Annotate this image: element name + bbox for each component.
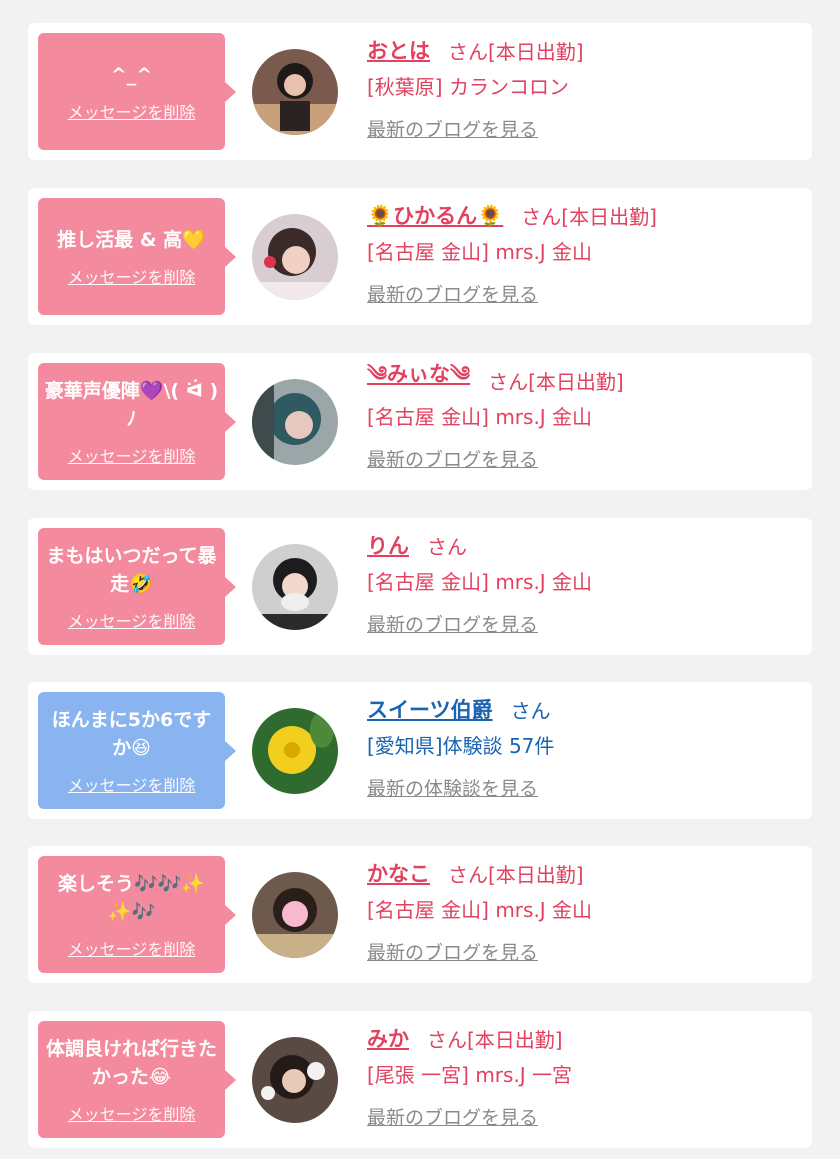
- profile-suffix: さん[本日出勤]: [427, 1027, 563, 1052]
- message-card: 楽しそう🎶🎶✨✨🎶 メッセージを削除 かなこ さん[本日出勤] [名古屋 金山]…: [28, 846, 812, 983]
- message-text: ほんまに5か6ですか😆: [51, 708, 212, 759]
- avatar[interactable]: [252, 544, 338, 630]
- message-text: 体調良ければ行きたかった😂: [45, 1037, 217, 1088]
- latest-blog-link[interactable]: 最新のブログを見る: [367, 938, 538, 965]
- latest-review-link[interactable]: 最新の体験談を見る: [367, 774, 538, 801]
- delete-message-link[interactable]: メッセージを削除: [68, 99, 196, 123]
- message-card: 体調良ければ行きたかった😂 メッセージを削除 みか さん[本日出勤] [尾張 一…: [28, 1011, 812, 1148]
- profile-name-link[interactable]: 🌻ひかるん🌻: [367, 200, 503, 230]
- message-bubble: まもはいつだって暴走🤣 メッセージを削除: [38, 528, 236, 645]
- profile-suffix: さん[本日出勤]: [521, 204, 657, 229]
- message-bubble: 体調良ければ行きたかった😂 メッセージを削除: [38, 1021, 236, 1138]
- avatar[interactable]: [252, 1037, 338, 1123]
- profile-info: ༄みぃな༄ さん[本日出勤] [名古屋 金山] mrs.J 金山 最新のブログを…: [367, 361, 802, 472]
- message-text: ^_^: [110, 63, 153, 86]
- profile-name-link[interactable]: スイーツ伯爵: [367, 694, 493, 724]
- shop-label: [名古屋 金山] mrs.J 金山: [367, 405, 593, 429]
- profile-suffix: さん: [510, 698, 551, 723]
- profile-suffix: さん[本日出勤]: [488, 369, 624, 394]
- message-bubble: 推し活最 & 高💛 メッセージを削除: [38, 198, 236, 315]
- profile-info: おとは さん[本日出勤] [秋葉原] カランコロン 最新のブログを見る: [367, 31, 802, 142]
- delete-message-link[interactable]: メッセージを削除: [68, 264, 196, 288]
- profile-info: かなこ さん[本日出勤] [名古屋 金山] mrs.J 金山 最新のブログを見る: [367, 854, 802, 965]
- profile-suffix: さん[本日出勤]: [448, 39, 584, 64]
- message-card: ほんまに5か6ですか😆 メッセージを削除 スイーツ伯爵 さん [愛知県]体験談 …: [28, 682, 812, 819]
- message-bubble: 楽しそう🎶🎶✨✨🎶 メッセージを削除: [38, 856, 236, 973]
- avatar[interactable]: [252, 379, 338, 465]
- profile-name-link[interactable]: かなこ: [367, 858, 430, 888]
- latest-blog-link[interactable]: 最新のブログを見る: [367, 610, 538, 637]
- message-card: 豪華声優陣💜\( ᐛ )ﾉ メッセージを削除 ༄みぃな༄ さん[本日出勤] [名…: [28, 353, 812, 490]
- latest-blog-link[interactable]: 最新のブログを見る: [367, 280, 538, 307]
- latest-blog-link[interactable]: 最新のブログを見る: [367, 445, 538, 472]
- shop-label: [秋葉原] カランコロン: [367, 75, 569, 99]
- delete-message-link[interactable]: メッセージを削除: [68, 1101, 196, 1125]
- message-text: 豪華声優陣💜\( ᐛ )ﾉ: [44, 379, 219, 430]
- profile-name-link[interactable]: りん: [367, 530, 409, 560]
- profile-name-link[interactable]: みか: [367, 1023, 409, 1053]
- delete-message-link[interactable]: メッセージを削除: [68, 772, 196, 796]
- shop-label: [愛知県]体験談 57件: [367, 734, 555, 758]
- avatar[interactable]: [252, 872, 338, 958]
- avatar[interactable]: [252, 214, 338, 300]
- latest-blog-link[interactable]: 最新のブログを見る: [367, 1103, 538, 1130]
- delete-message-link[interactable]: メッセージを削除: [68, 608, 196, 632]
- profile-info: みか さん[本日出勤] [尾張 一宮] mrs.J 一宮 最新のブログを見る: [367, 1019, 802, 1130]
- message-bubble: 豪華声優陣💜\( ᐛ )ﾉ メッセージを削除: [38, 363, 236, 480]
- message-text: 楽しそう🎶🎶✨✨🎶: [58, 872, 205, 923]
- profile-info: りん さん [名古屋 金山] mrs.J 金山 最新のブログを見る: [367, 526, 802, 637]
- avatar[interactable]: [252, 49, 338, 135]
- message-bubble: ^_^ メッセージを削除: [38, 33, 236, 150]
- profile-suffix: さん: [427, 534, 467, 559]
- message-text: 推し活最 & 高💛: [57, 228, 206, 251]
- message-text: まもはいつだって暴走🤣: [46, 544, 217, 595]
- profile-info: 🌻ひかるん🌻 さん[本日出勤] [名古屋 金山] mrs.J 金山 最新のブログ…: [367, 196, 802, 307]
- latest-blog-link[interactable]: 最新のブログを見る: [367, 115, 538, 142]
- message-card: ^_^ メッセージを削除 おとは さん[本日出勤] [秋葉原] カランコロン 最…: [28, 23, 812, 160]
- delete-message-link[interactable]: メッセージを削除: [68, 443, 196, 467]
- profile-info: スイーツ伯爵 さん [愛知県]体験談 57件 最新の体験談を見る: [367, 690, 802, 801]
- message-bubble: ほんまに5か6ですか😆 メッセージを削除: [38, 692, 236, 809]
- shop-label: [名古屋 金山] mrs.J 金山: [367, 240, 593, 264]
- profile-suffix: さん[本日出勤]: [448, 862, 584, 887]
- profile-name-link[interactable]: おとは: [367, 35, 430, 65]
- message-card: 推し活最 & 高💛 メッセージを削除 🌻ひかるん🌻 さん[本日出勤] [名古屋 …: [28, 188, 812, 325]
- message-card: まもはいつだって暴走🤣 メッセージを削除 りん さん [名古屋 金山] mrs.…: [28, 518, 812, 655]
- delete-message-link[interactable]: メッセージを削除: [68, 936, 196, 960]
- avatar[interactable]: [252, 708, 338, 794]
- shop-label: [名古屋 金山] mrs.J 金山: [367, 898, 593, 922]
- shop-label: [名古屋 金山] mrs.J 金山: [367, 570, 593, 594]
- shop-label: [尾張 一宮] mrs.J 一宮: [367, 1063, 573, 1087]
